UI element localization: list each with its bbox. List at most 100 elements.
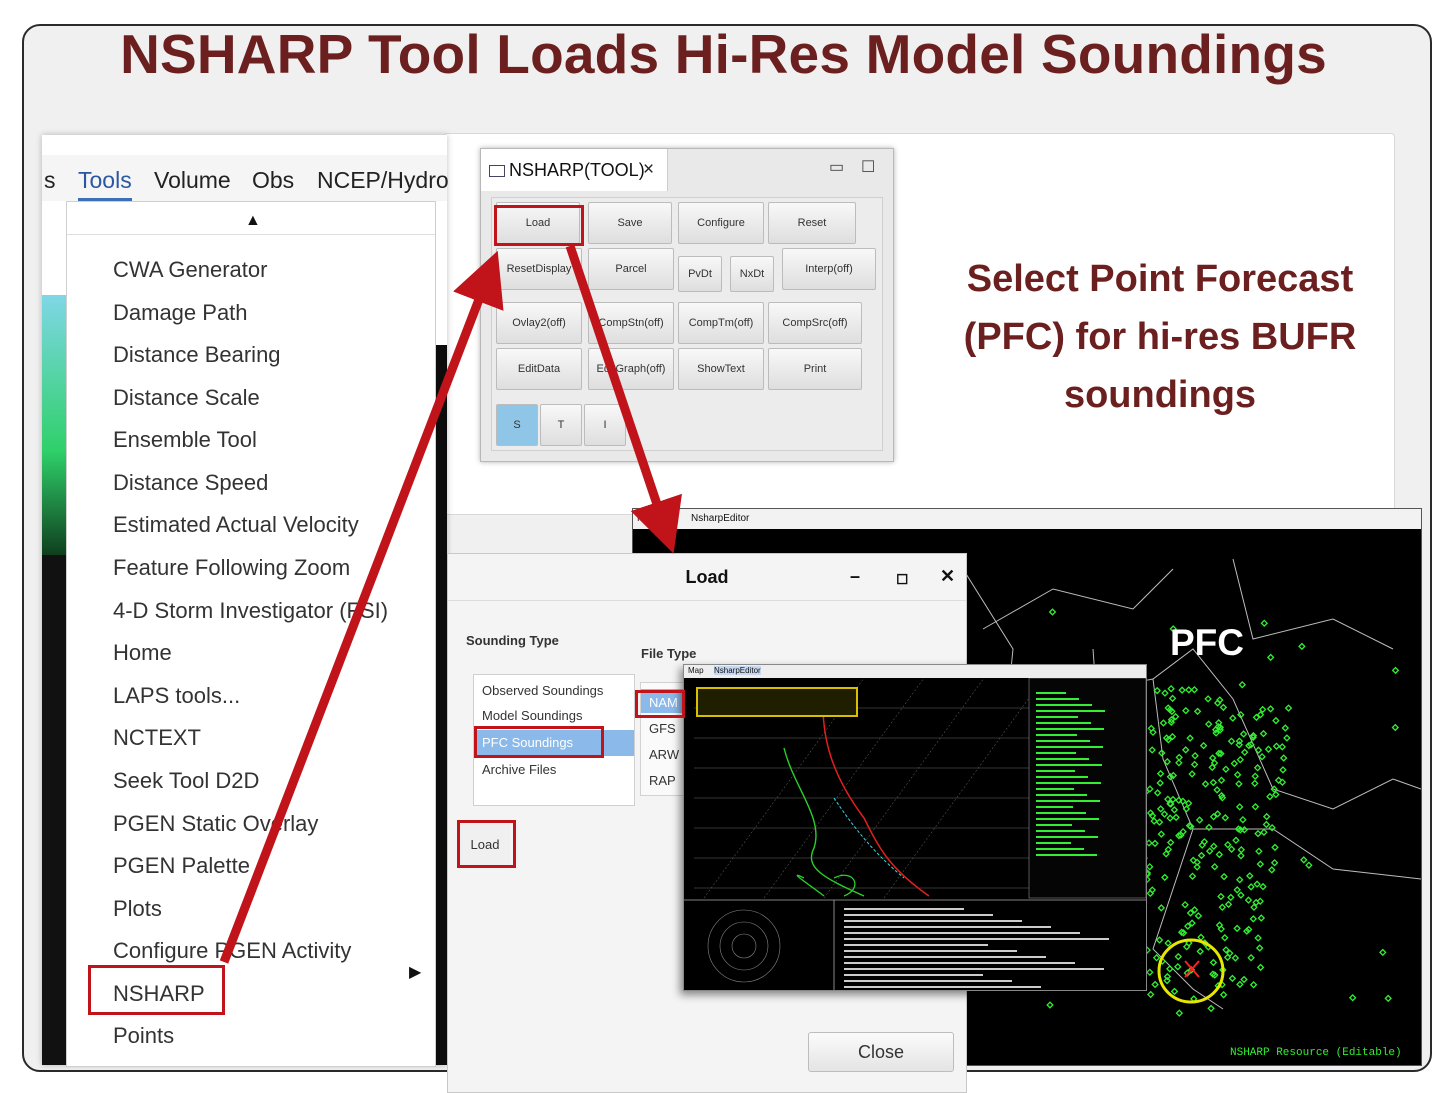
station-marker [1152,954,1161,962]
menu-item-pgen-static-overlay[interactable]: PGEN Static Overlay [113,811,318,837]
station-marker [1300,856,1308,864]
menu-item-distance-bearing[interactable]: Distance Bearing [113,342,281,368]
station-marker [1348,993,1357,1002]
menubar-item-volume[interactable]: Volume [154,167,231,194]
tool-button-i[interactable]: I [584,404,626,446]
station-marker [1156,805,1165,813]
station-marker [1186,734,1194,742]
sounding-table-row [844,962,1075,964]
maximize-icon[interactable]: ◻ [896,569,908,587]
menu-item-home[interactable]: Home [113,640,172,666]
skew-t-plot [684,678,1146,990]
load-button-highlight-box [494,205,584,246]
station-marker [1172,813,1180,822]
station-marker [1146,990,1155,999]
menu-item-cwa-generator[interactable]: CWA Generator [113,257,267,283]
tool-button-reset[interactable]: Reset [768,202,856,244]
station-marker [1254,829,1262,838]
menu-item-plots[interactable]: Plots [113,896,162,922]
sounding-list-row [1036,716,1078,718]
menubar-item-obs[interactable]: Obs [252,167,294,194]
menu-item-distance-scale[interactable]: Distance Scale [113,385,260,411]
station-marker [1196,947,1204,956]
station-marker [1262,820,1271,829]
station-marker [1166,838,1175,847]
station-marker [1279,754,1288,762]
tool-button-resetdisplay[interactable]: ResetDisplay [496,248,582,290]
minimize-icon[interactable]: ▭ [829,157,844,177]
station-marker [1278,778,1287,786]
station-marker [1219,990,1228,999]
tool-button-s[interactable]: S [496,404,538,446]
menubar-item-tools[interactable]: Tools [78,167,132,201]
sounding-type-archive[interactable]: Archive Files [482,762,556,777]
sounding-tab-map[interactable]: Map [688,666,704,675]
editor-tab-nsharpeditor[interactable]: NsharpEditor [691,513,749,524]
sounding-list-row [1036,806,1073,808]
tool-button-editdata[interactable]: EditData [496,348,582,390]
menubar-item-partial[interactable]: s [44,167,56,194]
editor-tab-bar: Map NsharpEditor [633,509,1421,529]
menu-item-estimated-actual-velocity[interactable]: Estimated Actual Velocity [113,512,359,538]
file-type-rap[interactable]: RAP [649,773,676,788]
tool-button-t[interactable]: T [540,404,582,446]
sounding-list-row [1036,782,1101,784]
station-marker [1153,789,1162,797]
tool-button-ovlay2-off[interactable]: Ovlay2(off) [496,302,582,344]
tool-button-editgraph-off[interactable]: EditGraph(off) [588,348,674,390]
menu-item-4-d-storm-investigator-fsi[interactable]: 4-D Storm Investigator (FSI) [113,598,388,624]
file-type-arw[interactable]: ARW [649,747,679,762]
station-marker [1210,862,1219,871]
sounding-type-model[interactable]: Model Soundings [482,708,582,723]
sounding-list-row [1036,770,1075,772]
close-icon[interactable]: × [643,159,654,181]
station-marker [1260,828,1268,836]
menu-item-distance-speed[interactable]: Distance Speed [113,470,268,496]
sounding-tab-nsharpeditor[interactable]: NsharpEditor [714,666,761,675]
sounding-type-observed[interactable]: Observed Soundings [482,683,603,698]
menu-item-nctext[interactable]: NCTEXT [113,725,201,751]
tool-button-interp-off[interactable]: Interp(off) [782,248,876,290]
tool-button-print[interactable]: Print [768,348,862,390]
sounding-table-row [844,914,993,916]
station-marker [1199,741,1208,750]
tool-button-compsrc-off[interactable]: CompSrc(off) [768,302,862,344]
station-marker [1157,830,1166,838]
tool-button-parcel[interactable]: Parcel [588,248,674,290]
menu-item-seek-tool-d2d[interactable]: Seek Tool D2D [113,768,259,794]
menu-item-damage-path[interactable]: Damage Path [113,300,248,326]
menubar-item-ncep-hydro[interactable]: NCEP/Hydro [317,167,449,194]
menu-item-points[interactable]: Points [113,1023,174,1049]
sounding-list-row [1036,830,1085,832]
station-marker [1379,948,1387,957]
tool-button-pvdt[interactable]: PvDt [678,256,722,292]
menu-item-configure-pgen-activity[interactable]: Configure PGEN Activity [113,938,351,964]
nsharp-tool-tab[interactable]: NSHARP(TOOL) × [481,149,668,191]
tool-button-save[interactable]: Save [588,202,672,244]
menu-item-feature-following-zoom[interactable]: Feature Following Zoom [113,555,350,581]
tool-button-compstn-off[interactable]: CompStn(off) [588,302,674,344]
editor-tab-map[interactable]: Map [637,513,656,524]
station-marker [1391,666,1400,675]
maximize-icon[interactable]: ☐ [861,157,875,177]
station-marker [1190,685,1199,694]
sounding-list-row [1036,758,1089,760]
tool-button-configure[interactable]: Configure [678,202,764,244]
tool-button-nxdt[interactable]: NxDt [730,256,774,292]
menu-item-pgen-palette[interactable]: PGEN Palette [113,853,250,879]
close-icon[interactable]: ✕ [940,566,955,587]
scroll-up-arrow-icon[interactable]: ▲ [245,212,261,230]
station-marker [1222,765,1230,773]
station-marker [1185,686,1193,694]
menu-item-ensemble-tool[interactable]: Ensemble Tool [113,427,257,453]
station-marker [1166,965,1174,973]
station-marker [1266,653,1275,662]
station-marker [1247,954,1255,962]
tool-button-showtext[interactable]: ShowText [678,348,764,390]
minimize-icon[interactable]: – [850,566,860,587]
menu-item-laps-tools[interactable]: LAPS tools... [113,683,240,709]
tool-button-comptm-off[interactable]: CompTm(off) [678,302,764,344]
file-type-gfs[interactable]: GFS [649,721,676,736]
sounding-table-row [844,944,988,946]
close-button[interactable]: Close [808,1032,954,1072]
